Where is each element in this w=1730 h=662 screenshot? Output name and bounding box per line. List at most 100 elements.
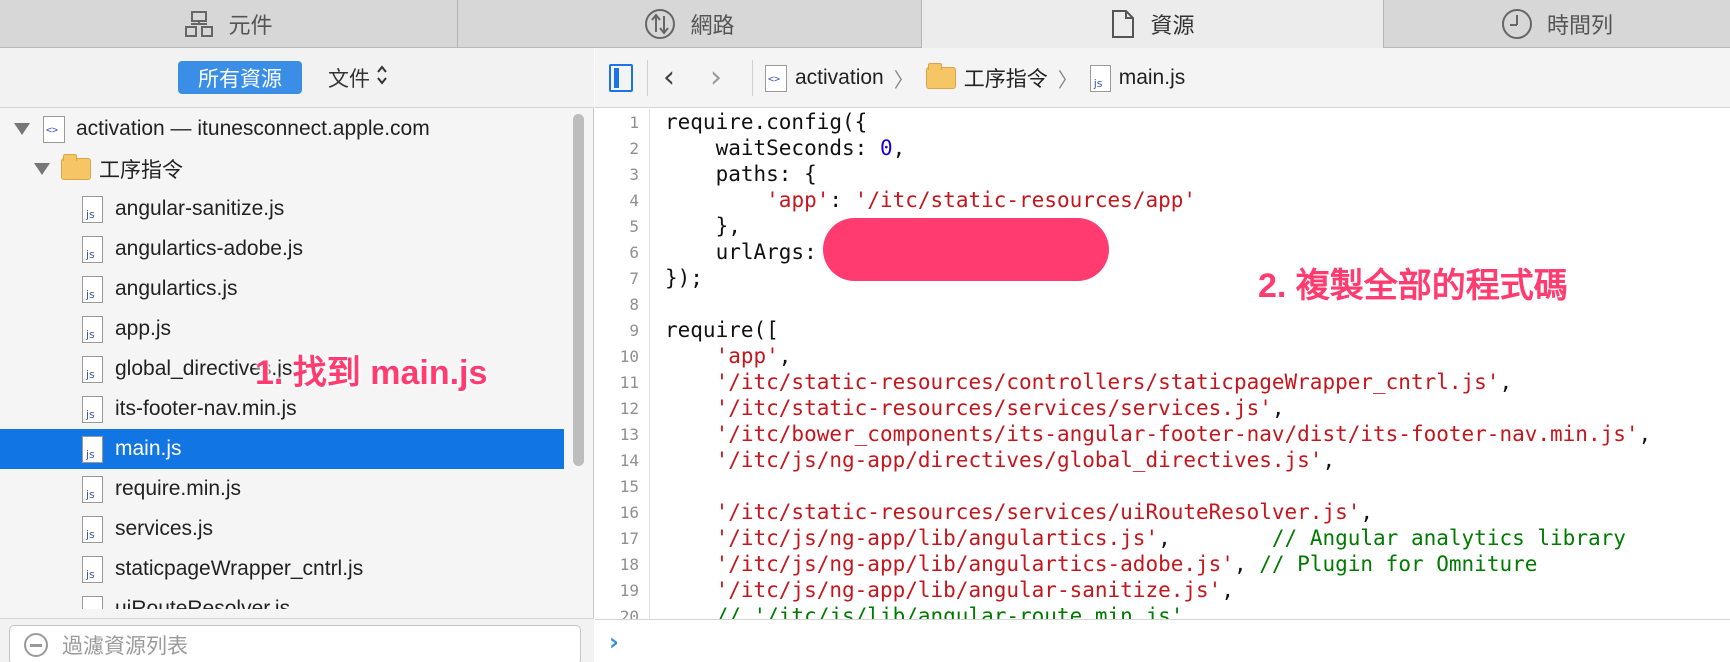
annotation-step2: 2. 複製全部的程式碼 [1258, 267, 1568, 305]
code-line: urlArgs: [665, 239, 817, 265]
disclosure-triangle-icon[interactable] [14, 123, 30, 135]
resource-scope-bar: 所有資源 文件 [0, 48, 594, 108]
js-file-icon: js [82, 315, 103, 343]
back-arrow-icon[interactable]: ‹ [663, 63, 675, 93]
filter-resources-input[interactable]: 過濾資源列表 [9, 625, 581, 662]
file-list-item[interactable]: js main.js [0, 429, 564, 469]
file-list-item[interactable]: js angulartics.js [0, 269, 564, 309]
code-line: require([ [665, 317, 779, 343]
filter-icon [24, 633, 48, 657]
file-name-label: staticpageWrapper_cntrl.js [115, 557, 364, 580]
sidebar-toggle-icon[interactable] [609, 64, 633, 92]
scrollbar-thumb[interactable] [573, 114, 584, 466]
js-file-icon: js [82, 435, 103, 463]
code-token: 0 [879, 136, 893, 160]
tab-elements[interactable]: 元件 [0, 0, 458, 48]
code-token: }); [665, 266, 703, 290]
code-token: '/itc/static-resources/services/uiRouteR… [715, 500, 1361, 524]
line-number: 20 [619, 607, 639, 619]
line-number: 4 [629, 191, 639, 210]
file-list-item[interactable]: js angulartics-adobe.js [0, 229, 564, 269]
file-list-item[interactable]: js uiRouteResolver.js [0, 589, 564, 609]
line-number: 12 [619, 399, 639, 418]
breadcrumb-item-activation[interactable]: activation [795, 66, 884, 90]
resources-icon [1110, 9, 1136, 39]
code-line: waitSeconds: 0, [665, 135, 906, 161]
code-token: // '/itc/js/lib/angular-route.min.js', [715, 604, 1197, 619]
all-resources-button[interactable]: 所有資源 [178, 61, 302, 94]
file-list-item[interactable]: js require.min.js [0, 469, 564, 509]
js-file-icon: js [82, 555, 103, 583]
file-list-item[interactable]: js staticpageWrapper_cntrl.js [0, 549, 564, 589]
code-token: , [1221, 578, 1234, 602]
tab-resources[interactable]: 資源 [922, 0, 1384, 48]
code-token: '/itc/static-resources/controllers/stati… [715, 370, 1500, 394]
file-name-label: angulartics-adobe.js [115, 237, 303, 260]
js-file-icon: js [82, 275, 103, 303]
sidebar-filter-bar: 過濾資源列表 [0, 618, 594, 662]
code-token: '/itc/static-resources/services/services… [715, 396, 1272, 420]
file-name-label: angulartics.js [115, 277, 238, 300]
js-file-icon: js [1089, 64, 1111, 92]
line-number: 1 [629, 113, 639, 132]
line-number: 18 [619, 555, 639, 574]
js-file-icon: js [82, 595, 103, 609]
tree-folder-label: 工序指令 [99, 159, 183, 182]
tree-root-item[interactable]: <> activation — itunesconnect.apple.com [0, 109, 564, 149]
line-number: 5 [629, 217, 639, 236]
tree-folder-item[interactable]: 工序指令 [0, 149, 564, 189]
file-list-item[interactable]: js services.js [0, 509, 564, 549]
code-line: 'app', [665, 343, 792, 369]
file-list-item[interactable]: js angular-sanitize.js [0, 189, 564, 229]
forward-arrow-icon[interactable]: › [710, 63, 722, 93]
file-name-label: require.min.js [115, 477, 242, 500]
code-line: paths: { [665, 161, 817, 187]
tab-timelines[interactable]: 時間列 [1384, 0, 1730, 48]
breadcrumb-chevron-icon: 〉 [893, 69, 914, 92]
line-number: 8 [629, 295, 639, 314]
code-token: , [1499, 370, 1513, 394]
js-file-icon: js [82, 355, 103, 383]
breadcrumb-item-folder[interactable]: 工序指令 [964, 63, 1048, 93]
folder-icon [61, 154, 91, 180]
file-name-label: main.js [115, 437, 182, 460]
breadcrumb-item-file[interactable]: main.js [1119, 66, 1186, 90]
web-inspector-window: 元件 網路 資源 時間列 所有資源 文件 <> activation — itu… [0, 0, 1730, 662]
code-token: waitSeconds: [665, 136, 880, 160]
code-token: , [1322, 448, 1336, 472]
tab-timelines-label: 時間列 [1546, 13, 1613, 38]
tab-network[interactable]: 網路 [458, 0, 922, 48]
code-line: 'app': '/itc/static-resources/app' [665, 187, 1196, 213]
code-line: '/itc/static-resources/services/services… [665, 395, 1285, 421]
tab-elements-label: 元件 [228, 13, 273, 38]
code-token: , [1271, 396, 1285, 420]
js-file-icon: js [82, 475, 103, 503]
documents-dropdown[interactable]: 文件 [328, 61, 388, 94]
file-list-item[interactable]: js app.js [0, 309, 564, 349]
disclosure-triangle-icon[interactable] [34, 163, 50, 175]
sidebar-scrollbar[interactable] [570, 110, 586, 610]
code-token: , [1638, 422, 1652, 446]
file-list-item[interactable]: js its-footer-nav.min.js [0, 389, 564, 429]
file-name-label: its-footer-nav.min.js [115, 397, 297, 420]
code-token: 'app' [766, 188, 830, 212]
console-prompt-bar[interactable]: › [595, 619, 1730, 662]
line-number: 15 [619, 477, 639, 496]
code-token: : [829, 188, 855, 212]
code-token: , [778, 344, 792, 368]
js-file-icon: js [82, 515, 103, 543]
code-token: paths: { [665, 162, 817, 186]
code-line: '/itc/js/ng-app/lib/angulartics-adobe.js… [665, 551, 1538, 577]
code-token: 'app' [715, 344, 779, 368]
breadcrumb-chevron-icon: 〉 [1057, 69, 1078, 92]
code-token: '/itc/js/ng-app/lib/angulartics-adobe.js… [715, 552, 1234, 576]
line-number: 11 [619, 373, 639, 392]
code-view[interactable]: 1 2 3 4 5 6 7 8 9 10 11 12 13 14 15 16 17 18 19 20 require.… [595, 109, 1730, 619]
